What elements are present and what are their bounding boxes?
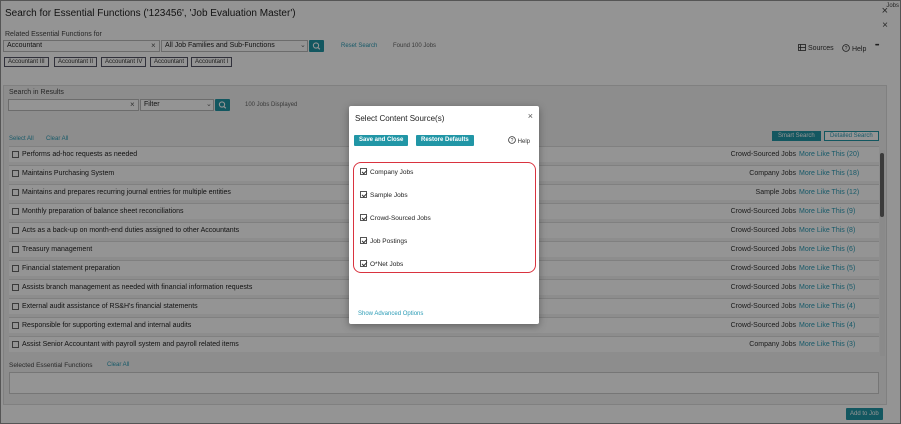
help-circle-icon: ? xyxy=(508,136,516,144)
option-label: Company Jobs xyxy=(370,169,414,176)
app-window: Search for Essential Functions ('123456'… xyxy=(0,0,901,424)
modal-close-icon[interactable]: × xyxy=(528,111,533,121)
source-option-crowd-sourced-jobs[interactable]: Crowd-Sourced Jobs xyxy=(360,214,431,224)
restore-defaults-button[interactable]: Restore Defaults xyxy=(416,135,474,146)
save-and-close-button[interactable]: Save and Close xyxy=(354,135,409,146)
svg-text:?: ? xyxy=(511,138,514,144)
modal-help-button[interactable]: ? Help xyxy=(508,136,530,145)
checkbox-checked-icon[interactable] xyxy=(360,237,367,244)
checkbox-checked-icon[interactable] xyxy=(360,168,367,175)
show-advanced-options-link[interactable]: Show Advanced Options xyxy=(358,311,423,317)
checkbox-checked-icon[interactable] xyxy=(360,214,367,221)
option-label: Crowd-Sourced Jobs xyxy=(370,215,431,222)
source-option-company-jobs[interactable]: Company Jobs xyxy=(360,168,413,178)
option-label: Job Postings xyxy=(370,238,408,245)
option-label: O*Net Jobs xyxy=(370,261,404,268)
checkbox-checked-icon[interactable] xyxy=(360,191,367,198)
checkbox-checked-icon[interactable] xyxy=(360,260,367,267)
content-source-modal: Select Content Source(s) × Save and Clos… xyxy=(349,106,539,324)
source-option-sample-jobs[interactable]: Sample Jobs xyxy=(360,191,408,201)
modal-help-label: Help xyxy=(517,139,531,145)
modal-title: Select Content Source(s) xyxy=(355,114,445,123)
source-option-job-postings[interactable]: Job Postings xyxy=(360,237,407,247)
source-option-onet-jobs[interactable]: O*Net Jobs xyxy=(360,260,403,270)
option-label: Sample Jobs xyxy=(370,192,408,199)
